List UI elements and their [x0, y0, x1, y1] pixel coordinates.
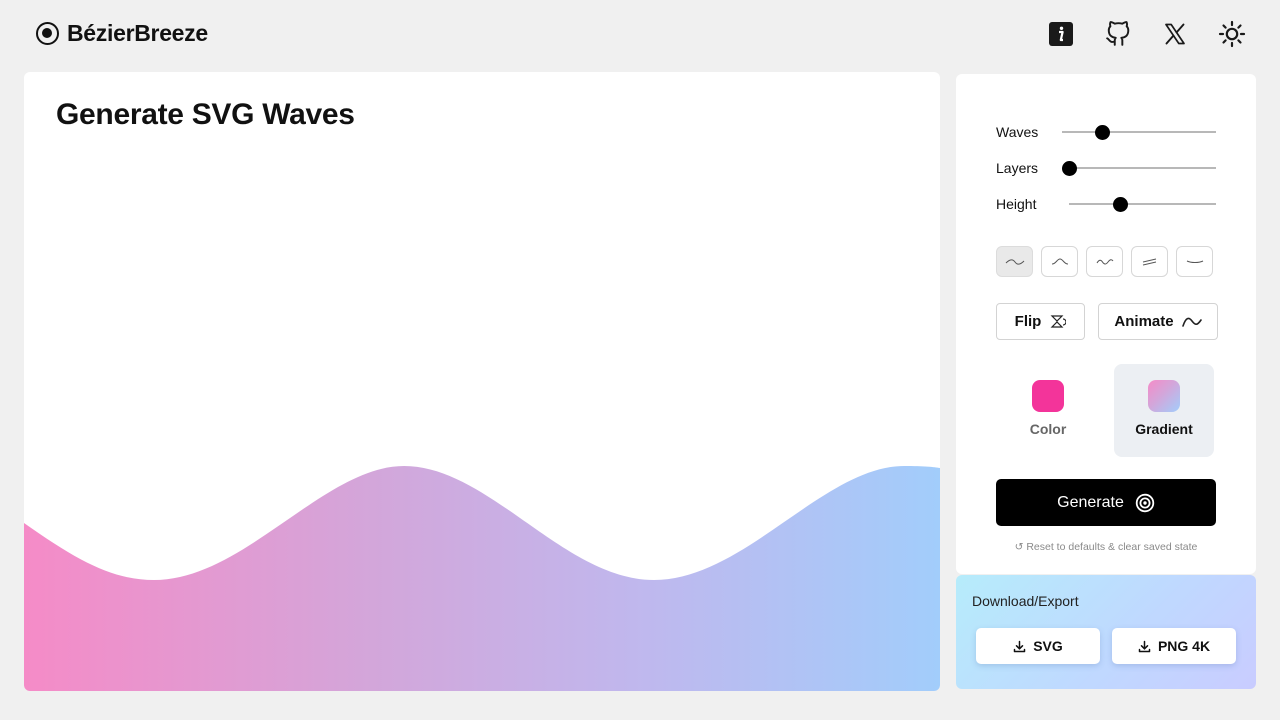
download-icon	[1138, 640, 1151, 652]
slider-track[interactable]	[1062, 161, 1216, 176]
fill-color-option[interactable]: Color	[998, 364, 1098, 457]
wave-shape-options	[996, 246, 1213, 277]
smooth-wave-icon	[1005, 258, 1024, 265]
info-icon[interactable]	[1045, 18, 1077, 50]
color-swatch	[1032, 380, 1064, 412]
download-png-button[interactable]: PNG 4K	[1112, 628, 1236, 664]
slider-thumb[interactable]	[1113, 197, 1129, 212]
wave-icon	[1181, 317, 1202, 327]
download-icon	[1013, 640, 1026, 652]
fill-option-label: Color	[1029, 421, 1067, 437]
height-slider[interactable]: Height	[996, 194, 1216, 214]
curve-dip-button[interactable]	[1176, 246, 1213, 277]
brand[interactable]: BézierBreeze	[36, 20, 208, 47]
zigzag-wave-icon	[1096, 258, 1113, 264]
x-twitter-icon[interactable]	[1159, 18, 1191, 50]
animate-button[interactable]: Animate	[1098, 303, 1218, 340]
slider-track[interactable]	[1062, 125, 1216, 140]
flip-label: Flip	[1014, 313, 1042, 330]
layered-lines-button[interactable]	[1131, 246, 1168, 277]
slider-label: Height	[996, 196, 1037, 212]
reset-link[interactable]: ↺ Reset to defaults & clear saved state	[956, 541, 1256, 553]
slider-thumb[interactable]	[1095, 125, 1111, 140]
flip-icon	[1050, 315, 1067, 328]
zigzag-wave-button[interactable]	[1086, 246, 1123, 277]
github-icon[interactable]	[1102, 18, 1134, 50]
gradient-swatch	[1148, 380, 1180, 412]
layered-lines-icon	[1142, 258, 1156, 265]
peak-wave-icon	[1051, 257, 1068, 264]
waves-slider[interactable]: Waves	[996, 122, 1216, 142]
smooth-wave-button[interactable]	[996, 246, 1033, 277]
peak-wave-button[interactable]	[1041, 246, 1078, 277]
slider-label: Layers	[996, 160, 1039, 176]
wave-canvas: Generate SVG Waves	[24, 72, 940, 691]
fill-gradient-option[interactable]: Gradient	[1114, 364, 1214, 457]
export-title: Download/Export	[972, 593, 1079, 609]
slider-track[interactable]	[1069, 197, 1216, 212]
target-logo-icon	[36, 22, 59, 45]
layers-slider[interactable]: Layers	[996, 158, 1216, 178]
wave-shape	[24, 466, 940, 691]
sun-theme-icon[interactable]	[1216, 18, 1248, 50]
generate-button[interactable]: Generate	[996, 479, 1216, 526]
generate-label: Generate	[1057, 493, 1124, 511]
top-bar: BézierBreeze	[0, 0, 1280, 70]
slider-label: Waves	[996, 124, 1039, 140]
export-svg-label: SVG	[1033, 638, 1063, 654]
download-svg-button[interactable]: SVG	[976, 628, 1100, 664]
wave-preview	[24, 466, 940, 691]
export-panel: Download/Export SVG PNG 4K	[956, 575, 1256, 689]
animate-label: Animate	[1114, 313, 1174, 330]
slider-thumb[interactable]	[1062, 161, 1077, 176]
fill-option-label: Gradient	[1135, 421, 1193, 437]
export-png-label: PNG 4K	[1157, 638, 1211, 654]
brand-name: BézierBreeze	[67, 20, 208, 46]
target-icon	[1135, 493, 1155, 512]
flip-button[interactable]: Flip	[996, 303, 1085, 340]
curve-dip-icon	[1186, 260, 1203, 263]
control-panel: Waves Layers Height Flip Animate Color G…	[956, 74, 1256, 574]
header-icon-group	[1020, 18, 1248, 50]
